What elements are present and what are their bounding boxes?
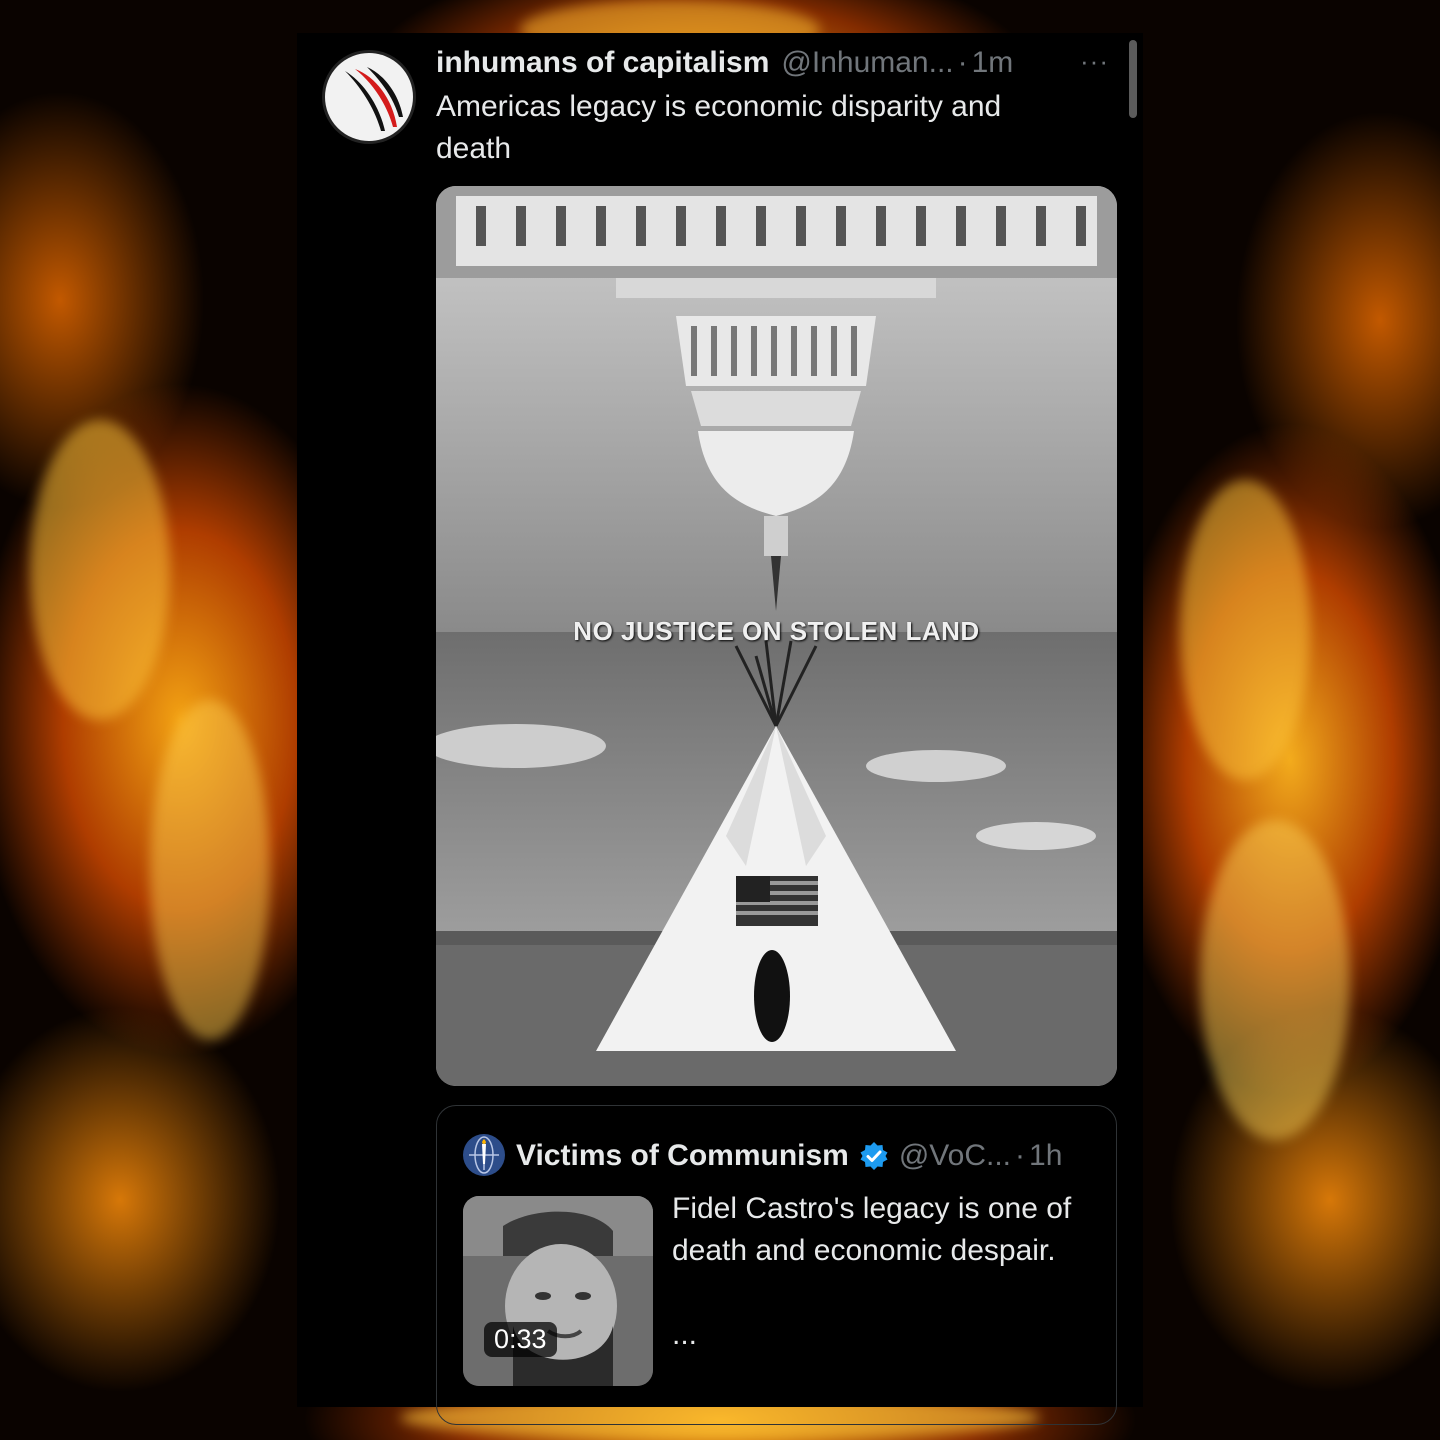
more-options-icon[interactable]: ··· [1080,46,1109,77]
quoted-display-name[interactable]: Victims of Communism [516,1139,849,1173]
quoted-avatar[interactable] [463,1134,505,1176]
tweet-header: inhumans of capitalism @Inhuman... · 1m [436,40,1013,86]
fire-flame [150,700,270,1040]
tweet-text: Americas legacy is economic disparity an… [436,90,1002,165]
show-more-ellipsis[interactable]: ... [672,1318,697,1352]
user-handle[interactable]: @Inhuman... [781,46,953,80]
video-thumbnail[interactable] [463,1196,653,1386]
separator: · [1015,1139,1026,1172]
fire-flame [1200,820,1350,1140]
fire-flame [30,420,170,720]
separator: · [957,46,968,79]
tweet-image[interactable]: NO JUSTICE ON STOLEN LAND [436,186,1117,1086]
quoted-timestamp[interactable]: 1h [1029,1139,1062,1173]
display-name[interactable]: inhumans of capitalism [436,46,769,80]
image-caption: NO JUSTICE ON STOLEN LAND [573,616,980,646]
torch-globe-logo-icon [464,1135,504,1175]
quoted-tweet-text: Fidel Castro's legacy is one of death an… [672,1192,1072,1267]
timestamp[interactable]: 1m [972,46,1014,80]
fire-flame [1180,480,1310,780]
portrait-thumbnail-image [463,1196,653,1386]
feather-logo-icon [345,67,403,131]
video-duration: 0:33 [484,1322,557,1357]
quoted-tweet-header: Victims of Communism @VoC... · 1h [516,1134,1062,1178]
scrollbar[interactable] [1129,40,1137,118]
verified-badge-icon [860,1142,888,1170]
quoted-user-handle[interactable]: @VoC... [899,1139,1011,1173]
avatar[interactable] [322,50,416,144]
